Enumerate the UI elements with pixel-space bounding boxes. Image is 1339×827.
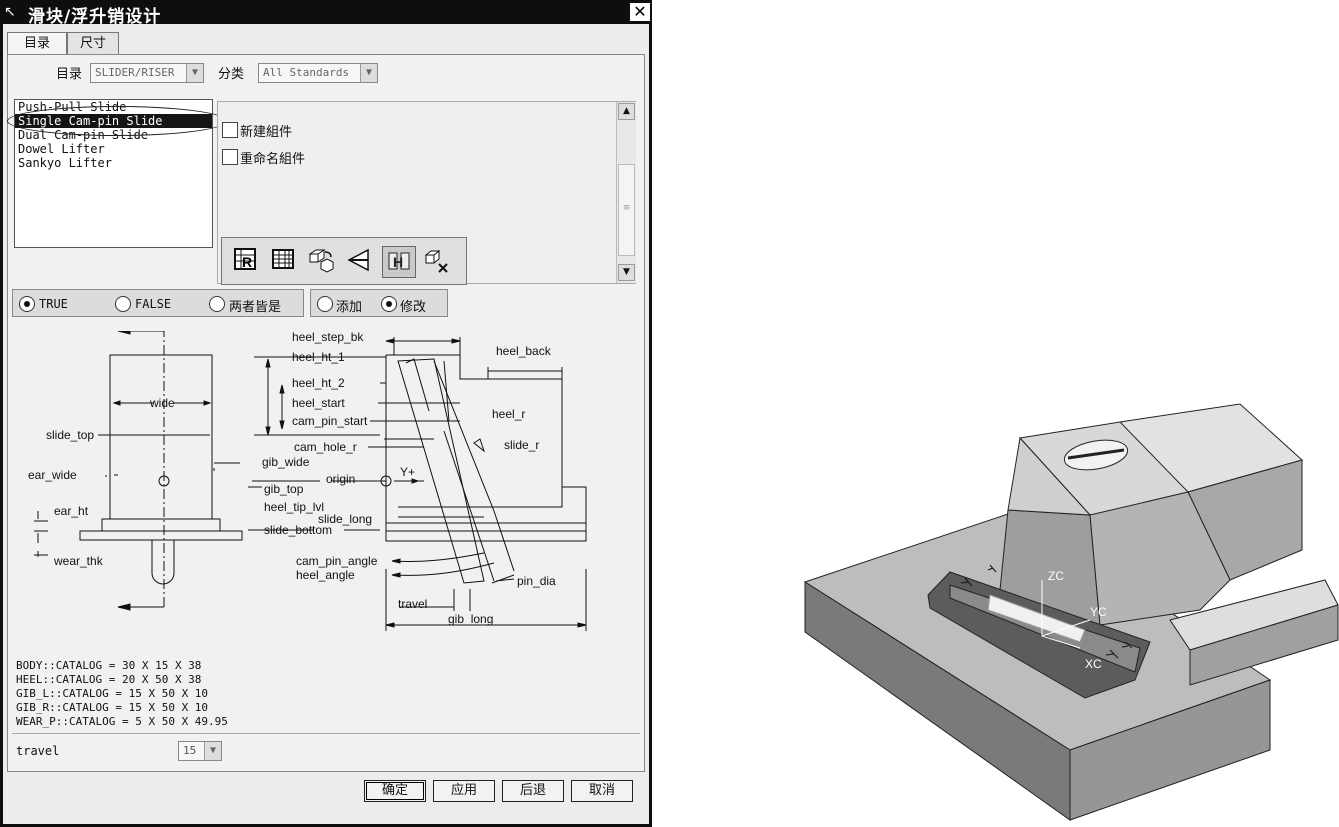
catalog-line: GIB_L::CATALOG = 15 X 50 X 10 <box>16 687 209 700</box>
list-item[interactable]: Sankyo Lifter <box>15 156 212 170</box>
dim-gib-wide: gib_wide <box>262 455 310 469</box>
axis-z-label: ZC <box>1048 569 1064 583</box>
catalog-line: HEEL::CATALOG = 20 X 50 X 38 <box>16 673 202 686</box>
back-button[interactable]: 后退 <box>502 780 564 802</box>
delete-component-icon[interactable] <box>420 246 454 278</box>
dim-cam-hole-r: cam_hole_r <box>294 440 357 454</box>
radio-modify-label: 修改 <box>400 300 427 315</box>
catalog-label: 目录 <box>56 67 83 82</box>
chevron-down-icon[interactable]: ▼ <box>360 64 377 82</box>
radio-false[interactable] <box>115 296 131 312</box>
dim-ear-wide: ear_wide <box>28 468 77 482</box>
tab-catalog[interactable]: 目录 <box>7 32 67 56</box>
radio-true[interactable] <box>19 296 35 312</box>
catalog-select[interactable]: SLIDER/RISER ▼ <box>90 63 204 83</box>
mode-radio-group: 添加 修改 <box>310 289 448 317</box>
chevron-down-icon[interactable]: ▼ <box>186 64 203 82</box>
scroll-thumb[interactable]: ≡ <box>618 164 635 256</box>
dim-gib-top: gib_top <box>264 482 304 496</box>
slide-dimension-diagram: wide slide_top ear_wide ear_ht wear_thk … <box>28 331 587 631</box>
svg-text:H: H <box>393 254 403 270</box>
dim-slide-long: slide_long <box>318 512 372 526</box>
slide-type-list[interactable]: Push-Pull Slide Single Cam-pin Slide Dua… <box>7 99 227 248</box>
travel-label: travel <box>16 744 60 758</box>
travel-value: 15 <box>183 744 197 757</box>
condition-radio-group: TRUE FALSE 两者皆是 <box>12 289 304 317</box>
dim-gib-long: gib_long <box>448 612 493 626</box>
radio-both[interactable] <box>209 296 225 312</box>
dim-heel-ht-2: heel_ht_2 <box>292 376 345 390</box>
list-item[interactable]: Push-Pull Slide <box>15 100 212 114</box>
dim-heel-angle: heel_angle <box>296 568 355 582</box>
radio-false-label: FALSE <box>135 297 172 311</box>
divider <box>12 733 640 734</box>
plane-icon[interactable] <box>342 246 376 278</box>
dim-cam-pin-start: cam_pin_start <box>292 414 368 428</box>
rename-component-checkbox[interactable] <box>222 149 238 165</box>
category-select[interactable]: All Standards ▼ <box>258 63 378 83</box>
category-label: 分类 <box>218 67 245 82</box>
travel-select[interactable]: 15 ▼ <box>178 741 222 761</box>
radio-add-label: 添加 <box>336 300 363 315</box>
dim-heel-step-bk: heel_step_bk <box>292 331 364 344</box>
dim-slide-r: slide_r <box>504 438 539 452</box>
radio-true-label: TRUE <box>39 297 68 311</box>
catalog-line: GIB_R::CATALOG = 15 X 50 X 10 <box>16 701 209 714</box>
dim-heel-start: heel_start <box>292 396 345 410</box>
scroll-up-icon[interactable]: ▲ <box>618 103 635 120</box>
dim-pin-dia: pin_dia <box>517 574 556 588</box>
dialog-body: 目录 尺寸 目录 SLIDER/RISER ▼ 分类 All Standards… <box>3 24 649 824</box>
apply-button[interactable]: 应用 <box>433 780 495 802</box>
dim-wide: wide <box>149 396 175 410</box>
list-item-selected[interactable]: Single Cam-pin Slide <box>15 114 212 128</box>
category-select-value: All Standards <box>263 66 350 79</box>
dim-cam-pin-angle: cam_pin_angle <box>296 554 378 568</box>
catalog-line: BODY::CATALOG = 30 X 15 X 38 <box>16 659 202 672</box>
dim-travel: travel <box>398 597 427 611</box>
redefine-component-icon[interactable] <box>304 246 338 278</box>
slide-3d-model-view: ZC YC XC <box>803 403 1339 821</box>
rename-component-label: 重命名組件 <box>240 152 306 167</box>
catalog-line: WEAR_P::CATALOG = 5 X 50 X 49.95 <box>16 715 228 728</box>
axis-y-label: YC <box>1090 605 1107 619</box>
vertical-scrollbar[interactable]: ▲ ≡ ▼ <box>616 102 636 283</box>
dim-heel-ht-1: heel_ht_1 <box>292 350 345 364</box>
dim-heel-back: heel_back <box>496 344 552 358</box>
view-icon[interactable]: H <box>382 246 416 278</box>
svg-text:R: R <box>242 254 252 270</box>
dim-ear-ht: ear_ht <box>54 504 89 518</box>
chevron-down-icon[interactable]: ▼ <box>204 742 221 760</box>
list-item[interactable]: Dual Cam-pin Slide <box>15 128 212 142</box>
new-component-checkbox[interactable] <box>222 122 238 138</box>
radio-add[interactable] <box>317 296 333 312</box>
dim-wear-thk: wear_thk <box>53 554 104 568</box>
catalog-panel: 目录 SLIDER/RISER ▼ 分类 All Standards ▼ Pus… <box>7 54 645 772</box>
cancel-button[interactable]: 取消 <box>571 780 633 802</box>
dim-y-plus: Y+ <box>400 465 415 479</box>
new-component-label: 新建組件 <box>240 125 293 140</box>
dim-slide-top: slide_top <box>46 428 94 442</box>
list-item[interactable]: Dowel Lifter <box>15 142 212 156</box>
component-toolbar: R H <box>221 237 467 285</box>
dim-heel-tip-lvl: heel_tip_lvl <box>264 500 324 514</box>
axis-x-label: XC <box>1085 657 1102 671</box>
scroll-down-icon[interactable]: ▼ <box>618 264 635 281</box>
edit-register-icon[interactable]: R <box>228 246 262 278</box>
app-cursor-icon: ↖ <box>4 4 16 20</box>
dim-origin: origin <box>326 472 355 486</box>
catalog-summary: BODY::CATALOG = 30 X 15 X 38 HEEL::CATAL… <box>16 659 228 729</box>
close-icon[interactable]: ✕ <box>630 3 650 21</box>
ok-button[interactable]: 确定 <box>364 780 426 802</box>
slider-riser-design-dialog: ↖ 滑块/浮升销设计 ✕ 目录 尺寸 目录 SLIDER/RISER ▼ 分类 … <box>0 0 652 827</box>
dim-heel-r: heel_r <box>492 407 525 421</box>
catalog-select-value: SLIDER/RISER <box>95 66 175 79</box>
table-icon[interactable] <box>266 246 300 278</box>
radio-modify[interactable] <box>381 296 397 312</box>
radio-both-label: 两者皆是 <box>229 300 282 315</box>
title-bar: ↖ 滑块/浮升销设计 ✕ <box>0 0 652 27</box>
tab-dimensions[interactable]: 尺寸 <box>67 32 119 54</box>
